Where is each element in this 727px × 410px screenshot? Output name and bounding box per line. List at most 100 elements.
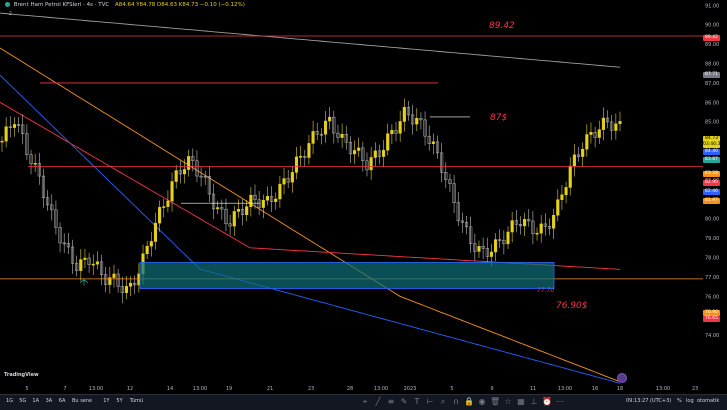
label-zone-high: 77.70 <box>537 287 554 294</box>
candle-body <box>390 130 394 134</box>
candle-body <box>614 123 618 131</box>
time-axis-label: 14 <box>167 386 173 392</box>
more-icon[interactable]: ⋯ <box>555 397 565 407</box>
candle-body <box>274 198 278 202</box>
candle-body <box>124 286 128 293</box>
price-tags: 89.42 87.71 84.73 03:46:32 84.40 83.87 83.28 82… <box>703 0 727 385</box>
candle-body <box>95 261 99 265</box>
candle-body <box>353 150 357 155</box>
candle-body <box>12 124 16 128</box>
price-tag: 83.28 <box>703 171 720 177</box>
timeframe-button[interactable]: 1G <box>6 398 13 404</box>
auto-toggle[interactable]: otomatik <box>697 398 719 404</box>
star-icon[interactable]: ☆ <box>503 397 513 407</box>
ruler-icon[interactable]: ⊥ <box>529 397 539 407</box>
time-axis-label: 13:00 <box>656 386 670 392</box>
candle-body <box>261 199 265 208</box>
candle-body <box>158 207 162 224</box>
time-axis-label: 23 <box>692 386 698 392</box>
time-axis-label: 13:00 <box>89 386 103 392</box>
price-tag: 83.87 <box>703 157 720 163</box>
indicator-legend[interactable]: ∼ 2 <box>3 11 12 17</box>
candle-body <box>568 165 572 188</box>
calendar-icon[interactable]: ▦ <box>516 397 526 407</box>
timeframe-button[interactable]: 3A <box>46 398 53 404</box>
trash-icon[interactable]: 🗑 <box>490 397 500 407</box>
candle-body <box>162 206 166 208</box>
candle-body <box>431 141 435 144</box>
timeframe-button[interactable]: 1Y <box>103 398 109 404</box>
timeframe-button[interactable]: 6A <box>59 398 66 404</box>
candle-body <box>564 187 568 196</box>
candle-body <box>4 126 8 142</box>
alarm-icon[interactable]: ⏰ <box>542 397 552 407</box>
candle-body <box>402 106 406 122</box>
brush-icon[interactable]: ✎ <box>399 397 409 407</box>
candle-body <box>311 131 315 144</box>
replay-icon[interactable] <box>617 373 627 383</box>
symbol-title[interactable]: Brent Ham Petrol KFSleri · 4s · TVC <box>14 2 109 8</box>
label-resistance: 87$ <box>490 113 507 123</box>
candle-body <box>510 220 514 233</box>
candle-body <box>182 169 187 175</box>
candle-body <box>572 154 576 167</box>
candle-body <box>83 257 87 260</box>
fib-icon[interactable]: ≡ <box>386 397 396 407</box>
time-axis-label: 13:00 <box>374 386 388 392</box>
candle-body <box>581 148 585 157</box>
symbol-header[interactable]: Brent Ham Petrol KFSleri · 4s · TVC A84.… <box>3 2 245 8</box>
price-tag: 03:46:32 <box>703 142 724 148</box>
bottom-toolbar: 1G 5G 1A 3A 6A Bu sene 1Y 5Y Tümü ⌖ ╱ ≡ ✎ T ⊢ ⌕ … <box>0 394 727 410</box>
price-tag: 89.42 <box>703 35 720 41</box>
candle-body <box>299 156 303 158</box>
candle-body <box>477 246 481 252</box>
time-axis-label: 9 <box>490 386 493 392</box>
candle-body <box>145 245 149 255</box>
zoom-icon[interactable]: ⌕ <box>438 397 448 407</box>
drawing-tools: ⌖ ╱ ≡ ✎ T ⊢ ⌕ ∩ 🔒 ◉ 🗑 ☆ ▦ ⊥ ⏰ ⋯ <box>360 397 565 407</box>
moving-average-line <box>0 12 621 68</box>
candle-body <box>174 170 178 182</box>
text-icon[interactable]: T <box>412 397 422 407</box>
candle-body <box>382 149 386 157</box>
price-tag: 84.40 <box>703 149 720 155</box>
candle-body <box>290 172 294 183</box>
percent-toggle[interactable]: % <box>677 398 682 404</box>
trendline-icon[interactable]: ╱ <box>373 397 383 407</box>
price-tag: 82.90 <box>703 180 720 186</box>
magnet-icon[interactable]: ∩ <box>451 397 461 407</box>
time-axis-label: 19 <box>226 386 232 392</box>
eye-icon[interactable]: ◉ <box>477 397 487 407</box>
timeframe-button[interactable]: Tümü <box>130 398 144 404</box>
candle-body <box>357 147 361 151</box>
candle-body <box>539 223 543 234</box>
price-tag: 82.46 <box>703 189 720 195</box>
price-tag: 87.71 <box>703 72 720 78</box>
candle-body <box>398 121 402 134</box>
candle-body <box>373 150 377 158</box>
candle-body <box>601 117 605 130</box>
time-axis-label: 18 <box>617 386 623 392</box>
demand-zone[interactable] <box>139 261 555 289</box>
candle-body <box>187 156 191 170</box>
timeframe-button[interactable]: 1A <box>32 398 39 404</box>
moving-average-line <box>0 74 621 384</box>
log-toggle[interactable]: log <box>686 398 694 404</box>
lock-icon[interactable]: 🔒 <box>464 397 474 407</box>
candle-body <box>328 116 332 122</box>
tradingview-logo[interactable]: TradingView <box>4 372 39 378</box>
timeframe-button[interactable]: 5G <box>19 398 26 404</box>
timeframe-button[interactable]: 5Y <box>116 398 122 404</box>
time-axis-label: 7 <box>63 386 66 392</box>
candle-body <box>33 163 37 165</box>
candle-body <box>369 157 373 171</box>
buy-arrow-icon <box>79 279 89 286</box>
candle-body <box>0 140 4 143</box>
candle-body <box>265 196 269 201</box>
measure-icon[interactable]: ⊢ <box>425 397 435 407</box>
cursor-icon[interactable]: ⌖ <box>360 397 370 407</box>
moving-average-line <box>0 101 621 270</box>
timeframe-button[interactable]: Bu sene <box>72 398 92 404</box>
candle-body <box>236 209 240 212</box>
price-chart[interactable]: 89.4287$77.7076.90$ 91.0090.0089.0088.00… <box>0 0 727 394</box>
